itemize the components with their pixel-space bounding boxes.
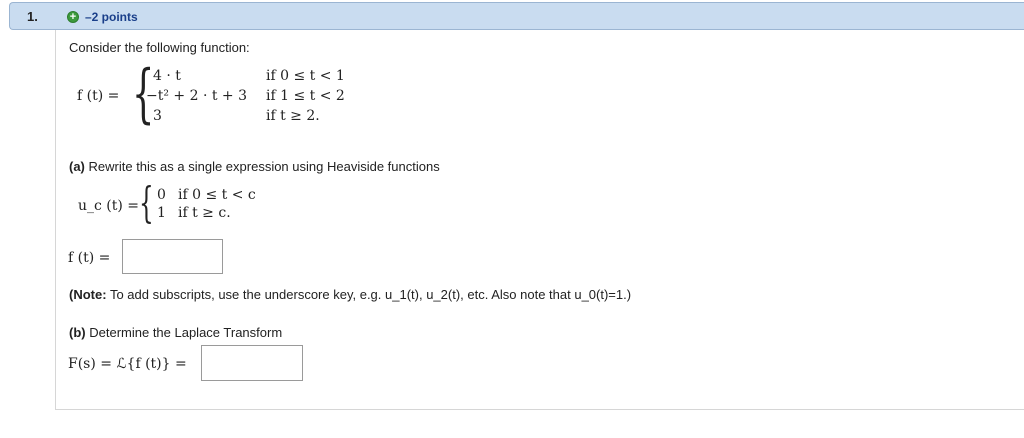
case-3-cond: if t ≥ 2. [266, 108, 320, 124]
heaviside-lhs: u_c (t) = [78, 198, 140, 214]
case-3-expr: 3 [153, 108, 162, 124]
case-1-expr: 4 · t [153, 68, 181, 84]
intro-text: Consider the following function: [69, 40, 250, 55]
part-a-label: (a) [69, 159, 85, 174]
expand-plus-icon[interactable]: + [67, 11, 79, 23]
heaviside-brace: { [139, 178, 154, 227]
note-label: (Note: [69, 287, 107, 302]
part-b-label: (b) [69, 325, 86, 340]
note-text: To add subscripts, use the underscore ke… [109, 287, 632, 302]
part-b-answer-input[interactable] [201, 345, 303, 381]
part-a-answer-lhs: f (t) = [68, 250, 111, 266]
function-lhs: f (t) = [77, 88, 120, 104]
part-b-answer-lhs: F(s) = ℒ{f (t)} = [68, 356, 187, 372]
case-2-expr: −t² + 2 · t + 3 [146, 88, 248, 104]
heaviside-case-1-expr: 0 [157, 187, 166, 203]
heaviside-case-1-cond: if 0 ≤ t < c [178, 187, 256, 203]
question-header: 1. + –2 points [9, 2, 1024, 30]
note: (Note: To add subscripts, use the unders… [69, 287, 631, 302]
part-a-text: Rewrite this as a single expression usin… [88, 159, 440, 174]
question-number: 1. [27, 9, 38, 24]
part-b-text: Determine the Laplace Transform [89, 325, 283, 340]
heaviside-case-2-expr: 1 [157, 205, 166, 221]
case-2-cond: if 1 ≤ t < 2 [266, 88, 345, 104]
case-1-cond: if 0 ≤ t < 1 [266, 68, 345, 84]
part-b-heading: (b) Determine the Laplace Transform [69, 325, 282, 340]
part-a-heading: (a) Rewrite this as a single expression … [69, 159, 440, 174]
points-label: –2 points [85, 10, 138, 24]
part-a-answer-input[interactable] [122, 239, 223, 274]
heaviside-case-2-cond: if t ≥ c. [178, 205, 231, 221]
